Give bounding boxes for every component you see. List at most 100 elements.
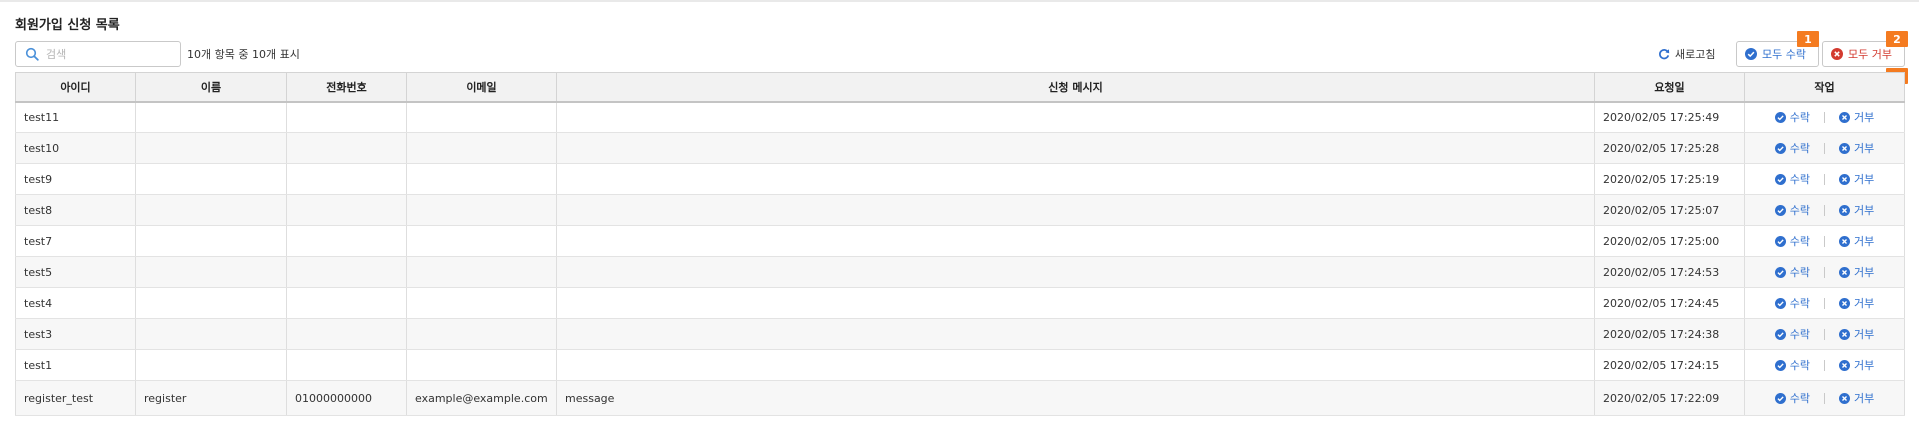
refresh-button[interactable]: 새로고침 (1658, 43, 1715, 65)
cell-name (135, 256, 287, 288)
cell-message (556, 225, 1595, 257)
cell-date: 2020/02/05 17:25:19 (1594, 163, 1745, 195)
accept-button[interactable]: 수락 (1774, 297, 1810, 310)
reject-button[interactable]: 거부 (1839, 142, 1874, 155)
column-header-message[interactable]: 신청 메시지 (556, 72, 1595, 103)
cell-actions: 수락 거부 (1744, 318, 1905, 350)
x-circle-icon (1839, 142, 1850, 154)
cell-message (556, 256, 1595, 288)
table-row[interactable]: test3 2020/02/05 17:24:38 수락 거부 (15, 318, 1905, 350)
cell-name (135, 194, 287, 226)
action-divider (1824, 111, 1825, 123)
action-divider (1824, 173, 1825, 185)
cell-message (556, 163, 1595, 195)
table-row[interactable]: test8 2020/02/05 17:25:07 수락 거부 (15, 194, 1905, 226)
step-badge-1: 1 (1797, 31, 1819, 47)
reject-label: 거부 (1854, 391, 1875, 405)
table-row[interactable]: test7 2020/02/05 17:25:00 수락 거부 (15, 225, 1905, 257)
cell-date: 2020/02/05 17:25:28 (1594, 132, 1745, 164)
table-row[interactable]: test5 2020/02/05 17:24:53 수락 거부 (15, 256, 1905, 288)
column-header-name[interactable]: 이름 (135, 72, 287, 103)
table-row[interactable]: test1 2020/02/05 17:24:15 수락 거부 (15, 349, 1905, 381)
column-header-phone[interactable]: 전화번호 (286, 72, 407, 103)
reject-button[interactable]: 거부 (1839, 173, 1874, 186)
table-body: test11 2020/02/05 17:25:49 수락 거부 test10 2020/… (15, 101, 1905, 416)
action-divider (1824, 359, 1825, 371)
cell-actions: 수락 거부 (1744, 132, 1905, 164)
cell-id: register_test (15, 380, 136, 416)
row-actions: 수락 거부 (1753, 392, 1896, 405)
cell-date: 2020/02/05 17:24:45 (1594, 287, 1745, 319)
check-circle-icon (1774, 142, 1786, 154)
cell-actions: 수락 거부 (1744, 380, 1905, 416)
table-row[interactable]: test11 2020/02/05 17:25:49 수락 거부 (15, 101, 1905, 133)
accept-button[interactable]: 수락 (1774, 142, 1810, 155)
accept-button[interactable]: 수락 (1774, 172, 1810, 186)
accept-button[interactable]: 수락 (1774, 235, 1810, 248)
check-circle-icon (1774, 204, 1786, 216)
search-box[interactable] (15, 41, 181, 67)
cell-message (556, 132, 1595, 164)
reject-button[interactable]: 거부 (1839, 297, 1874, 310)
refresh-label: 새로고침 (1675, 48, 1716, 61)
row-actions: 수락 거부 (1753, 111, 1896, 124)
table-row[interactable]: test9 2020/02/05 17:25:19 수락 거부 (15, 163, 1905, 195)
reject-label: 거부 (1854, 265, 1875, 279)
check-circle-icon (1774, 266, 1786, 278)
x-circle-icon (1839, 235, 1850, 247)
reject-button[interactable]: 거부 (1839, 359, 1874, 372)
table-row[interactable]: register_test register 01000000000 example@… (15, 380, 1905, 416)
cell-name (135, 349, 287, 381)
column-header-email[interactable]: 이메일 (406, 72, 557, 103)
accept-button[interactable]: 수락 (1774, 391, 1810, 405)
action-divider (1824, 142, 1825, 154)
x-circle-icon (1839, 204, 1850, 216)
accept-button[interactable]: 수락 (1774, 111, 1810, 124)
cell-date: 2020/02/05 17:25:49 (1594, 101, 1745, 133)
cell-date: 2020/02/05 17:25:00 (1594, 225, 1745, 257)
check-circle-icon (1745, 48, 1757, 60)
cell-phone (286, 101, 407, 133)
table-row[interactable]: test10 2020/02/05 17:25:28 수락 거부 (15, 132, 1905, 164)
table-row[interactable]: test4 2020/02/05 17:24:45 수락 거부 (15, 287, 1905, 319)
cell-actions: 수락 거부 (1744, 287, 1905, 319)
search-input[interactable] (46, 45, 176, 63)
refresh-icon (1659, 49, 1670, 60)
cell-email (406, 163, 557, 195)
reject-label: 거부 (1854, 296, 1875, 310)
accept-button[interactable]: 수락 (1774, 266, 1810, 279)
search-icon (25, 47, 39, 61)
reject-button[interactable]: 거부 (1839, 111, 1874, 124)
reject-button[interactable]: 거부 (1839, 328, 1874, 341)
x-circle-icon (1839, 266, 1850, 278)
check-circle-icon (1774, 297, 1786, 309)
row-actions: 수락 거부 (1753, 328, 1896, 341)
row-actions: 수락 거부 (1753, 297, 1896, 310)
reject-button[interactable]: 거부 (1839, 266, 1874, 279)
column-header-id[interactable]: 아이디 (15, 72, 136, 103)
cell-message (556, 318, 1595, 350)
cell-email (406, 194, 557, 226)
accept-button[interactable]: 수락 (1774, 359, 1810, 372)
cell-phone (286, 225, 407, 257)
cell-message: message (556, 380, 1595, 416)
cell-email (406, 132, 557, 164)
cell-id: test7 (15, 225, 136, 257)
column-header-actions: 작업 (1744, 72, 1905, 103)
reject-all-label: 모두 거부 (1848, 48, 1892, 61)
accept-label: 수락 (1789, 172, 1810, 186)
accept-label: 수락 (1789, 391, 1810, 405)
cell-id: test9 (15, 163, 136, 195)
reject-label: 거부 (1854, 110, 1875, 124)
reject-button[interactable]: 거부 (1839, 392, 1874, 405)
cell-email (406, 318, 557, 350)
column-header-date[interactable]: 요청일 (1594, 72, 1745, 103)
reject-button[interactable]: 거부 (1839, 204, 1874, 217)
reject-button[interactable]: 거부 (1839, 235, 1874, 248)
cell-date: 2020/02/05 17:24:15 (1594, 349, 1745, 381)
accept-button[interactable]: 수락 (1774, 204, 1810, 217)
cell-name: register (135, 380, 287, 416)
accept-button[interactable]: 수락 (1774, 328, 1810, 341)
x-circle-icon (1839, 328, 1850, 340)
cell-phone: 01000000000 (286, 380, 407, 416)
